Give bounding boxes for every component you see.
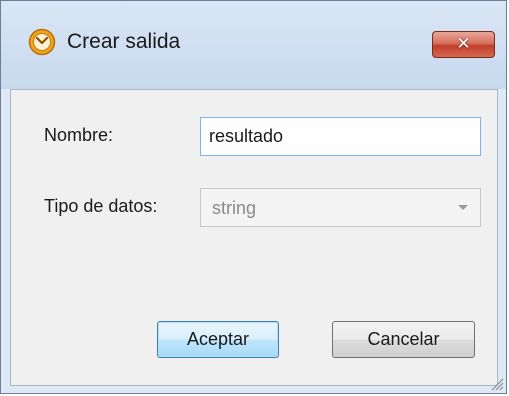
- chevron-down-icon[interactable]: [446, 189, 480, 226]
- data-type-value: string: [212, 198, 257, 218]
- close-button[interactable]: ✕: [432, 31, 495, 58]
- name-label: Nombre:: [44, 125, 114, 145]
- dialog-body: Nombre: Tipo de datos: string Aceptar Ca…: [10, 89, 498, 386]
- close-icon: ✕: [456, 34, 471, 54]
- accept-button[interactable]: Aceptar: [157, 321, 279, 358]
- app-clock-icon: [28, 28, 56, 56]
- dialog-window: Crear salida ✕ Nombre: Tipo de datos: st…: [0, 0, 507, 394]
- window-title: Crear salida: [67, 30, 181, 53]
- name-input[interactable]: [200, 117, 481, 156]
- resize-grip-icon[interactable]: [488, 375, 504, 391]
- data-type-label: Tipo de datos:: [44, 196, 158, 216]
- cancel-button[interactable]: Cancelar: [332, 321, 475, 358]
- title-bar[interactable]: Crear salida ✕: [1, 1, 506, 89]
- data-type-select[interactable]: string: [200, 188, 481, 227]
